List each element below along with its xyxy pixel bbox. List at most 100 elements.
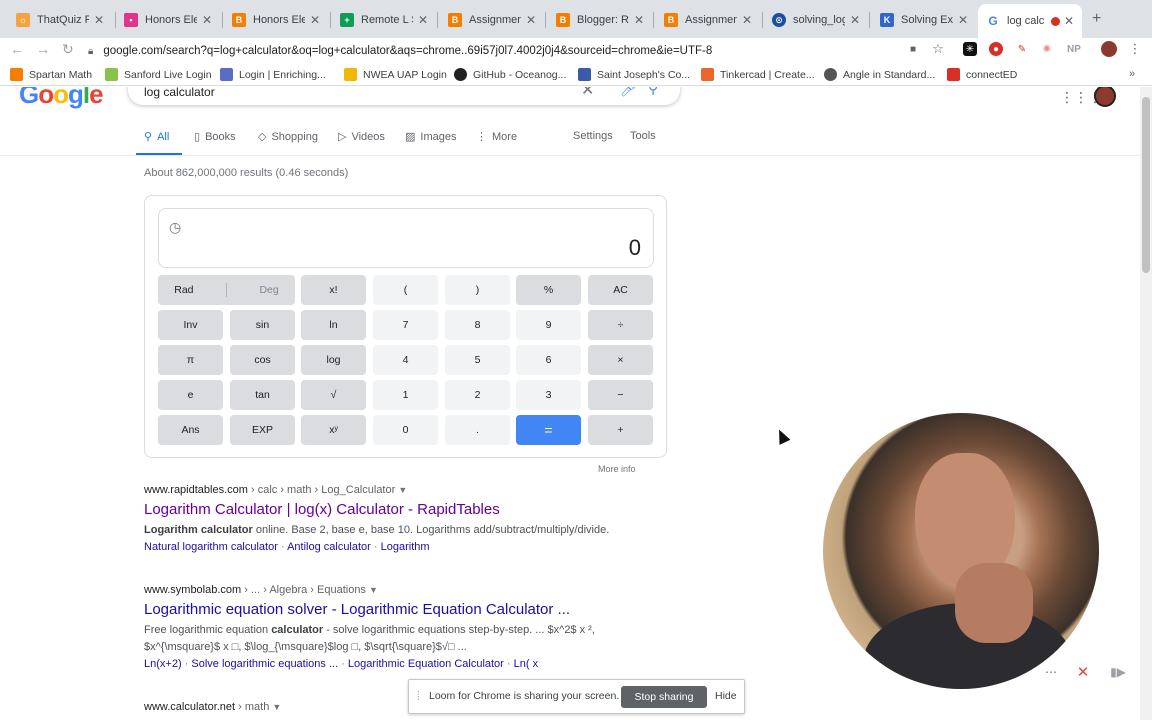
google-logo[interactable]: Google — [19, 87, 104, 110]
result-url[interactable]: www.calculator.net › math ▼ — [144, 701, 281, 713]
bookmark-item[interactable]: GitHub - Oceanog... — [454, 68, 566, 81]
tab-more[interactable]: ⋮ More — [476, 130, 517, 144]
new-tab-button[interactable]: + — [1092, 10, 1101, 28]
sqrt-key[interactable]: √ — [301, 380, 366, 410]
digit-key-6[interactable]: 6 — [516, 345, 581, 375]
sitelink[interactable]: Solve logarithmic equations ... — [191, 658, 338, 670]
close-tab-icon[interactable]: ✕ — [1064, 14, 1074, 28]
ans-key[interactable]: Ans — [158, 415, 223, 445]
close-tab-icon[interactable]: ✕ — [526, 13, 536, 27]
clear-icon[interactable]: ✕ — [581, 87, 594, 100]
digit-key-0[interactable]: 0 — [373, 415, 438, 445]
sitelink[interactable]: Ln( x — [514, 658, 538, 670]
menu-dots-icon[interactable]: ⋮ — [1128, 41, 1142, 56]
cos-key[interactable]: cos — [230, 345, 295, 375]
loom-extension-icon[interactable]: ✺ — [1040, 42, 1054, 56]
e-key[interactable]: e — [158, 380, 223, 410]
sin-key[interactable]: sin — [230, 310, 295, 340]
digit-key-2[interactable]: 2 — [445, 380, 510, 410]
close-paren-key[interactable]: ) — [445, 275, 510, 305]
result-url[interactable]: www.rapidtables.com › calc › math › Log_… — [144, 484, 609, 496]
bookmark-item[interactable]: Sanford Live Login — [105, 68, 212, 81]
sitelink[interactable]: Logarithmic Equation Calculator — [348, 658, 504, 670]
extension-icon[interactable]: ✳ — [963, 42, 977, 56]
ln-key[interactable]: ln — [301, 310, 366, 340]
exp-key[interactable]: EXP — [230, 415, 295, 445]
result-url[interactable]: www.symbolab.com › ... › Algebra › Equat… — [144, 584, 595, 596]
sitelink[interactable]: Natural logarithm calculator — [144, 541, 278, 553]
result-title-link[interactable]: Logarithmic equation solver - Logarithmi… — [144, 601, 595, 618]
bookmarks-overflow-icon[interactable]: » — [1129, 68, 1135, 80]
bookmark-item[interactable]: Tinkercad | Create... — [701, 68, 815, 81]
equals-key[interactable]: = — [516, 415, 581, 445]
pi-key[interactable]: π — [158, 345, 223, 375]
bookmark-item[interactable]: connectED — [947, 68, 1017, 81]
minus-key[interactable]: − — [588, 380, 653, 410]
bookmark-item[interactable]: Saint Joseph's Co... — [578, 68, 690, 81]
camera-icon[interactable]: ■ — [906, 42, 920, 56]
result-title-link[interactable]: Logarithm Calculator | log(x) Calculator… — [144, 501, 609, 518]
scrollbar[interactable] — [1140, 87, 1152, 720]
divide-key[interactable]: ÷ — [588, 310, 653, 340]
tab-books[interactable]: ▯ Books — [194, 130, 236, 144]
search-box[interactable]: log calculator ✕ 🎤︎ ⚲ — [128, 87, 680, 105]
close-tab-icon[interactable]: ✕ — [418, 13, 428, 27]
bookmark-item[interactable]: Spartan Math — [10, 68, 92, 81]
close-tab-icon[interactable]: ✕ — [850, 13, 860, 27]
inv-key[interactable]: Inv — [158, 310, 223, 340]
browser-tab-active[interactable]: G log calc ✕ — [978, 4, 1082, 38]
plus-key[interactable]: + — [588, 415, 653, 445]
close-tab-icon[interactable]: ✕ — [202, 13, 212, 27]
log-key[interactable]: log — [301, 345, 366, 375]
close-tab-icon[interactable]: ✕ — [310, 13, 320, 27]
browser-tab[interactable]: B Assignment ✕ — [440, 6, 544, 34]
tan-key[interactable]: tan — [230, 380, 295, 410]
close-tab-icon[interactable]: ✕ — [958, 13, 968, 27]
decimal-key[interactable]: . — [445, 415, 510, 445]
browser-tab[interactable]: B Blogger: Re ✕ — [548, 6, 652, 34]
microphone-icon[interactable]: 🎤︎ — [620, 87, 637, 98]
digit-key-8[interactable]: 8 — [445, 310, 510, 340]
digit-key-1[interactable]: 1 — [373, 380, 438, 410]
address-bar[interactable]: 🔒︎ google.com/search?q=log+calculator&oq… — [88, 40, 956, 62]
loom-more-icon[interactable]: ⋯ — [1041, 662, 1061, 682]
tab-shopping[interactable]: ◇ Shopping — [258, 130, 318, 144]
tab-videos[interactable]: ▷ Videos — [338, 130, 385, 144]
sitelink[interactable]: Antilog calculator — [287, 541, 371, 553]
clear-all-key[interactable]: AC — [588, 275, 653, 305]
sitelink[interactable]: Ln(x+2) — [144, 658, 182, 670]
close-tab-icon[interactable]: ✕ — [634, 13, 644, 27]
dropdown-arrow-icon[interactable]: ▼ — [398, 485, 407, 495]
webcam-bubble[interactable] — [823, 413, 1099, 689]
more-info-link[interactable]: More info — [598, 464, 636, 474]
deg-label[interactable]: Deg — [259, 284, 278, 296]
forward-icon[interactable]: → — [36, 41, 50, 57]
bookmark-item[interactable]: Login | Enriching... — [220, 68, 326, 81]
digit-key-7[interactable]: 7 — [373, 310, 438, 340]
tab-images[interactable]: ▨ Images — [405, 130, 456, 144]
dropdown-arrow-icon[interactable]: ▼ — [272, 702, 281, 712]
factorial-key[interactable]: x! — [301, 275, 366, 305]
dropdown-arrow-icon[interactable]: ▼ — [369, 585, 378, 595]
close-tab-icon[interactable]: ✕ — [742, 13, 752, 27]
multiply-key[interactable]: × — [588, 345, 653, 375]
sitelink[interactable]: Logarithm — [381, 541, 430, 553]
history-icon[interactable]: ◷ — [169, 219, 181, 236]
stop-sharing-button[interactable]: Stop sharing — [621, 686, 707, 708]
rad-label[interactable]: Rad — [174, 284, 193, 296]
extension-icon[interactable]: ● — [989, 42, 1003, 56]
browser-tab[interactable]: ⊙ solving_log_ ✕ — [764, 6, 868, 34]
pen-extension-icon[interactable]: ✎ — [1015, 42, 1029, 56]
search-icon[interactable]: ⚲ — [648, 87, 658, 97]
browser-tab[interactable]: ▪ Honors Elem ✕ — [116, 6, 220, 34]
close-tab-icon[interactable]: ✕ — [94, 13, 104, 27]
digit-key-3[interactable]: 3 — [516, 380, 581, 410]
settings-link[interactable]: Settings — [573, 130, 613, 142]
bookmark-star-icon[interactable]: ☆ — [931, 41, 945, 56]
bookmark-item[interactable]: NWEA UAP Login — [344, 68, 447, 81]
browser-tab[interactable]: B Honors Elem ✕ — [224, 6, 328, 34]
browser-tab[interactable]: + Remote L Sc ✕ — [332, 6, 436, 34]
digit-key-4[interactable]: 4 — [373, 345, 438, 375]
bookmark-item[interactable]: Angle in Standard... — [824, 68, 935, 81]
digit-key-5[interactable]: 5 — [445, 345, 510, 375]
